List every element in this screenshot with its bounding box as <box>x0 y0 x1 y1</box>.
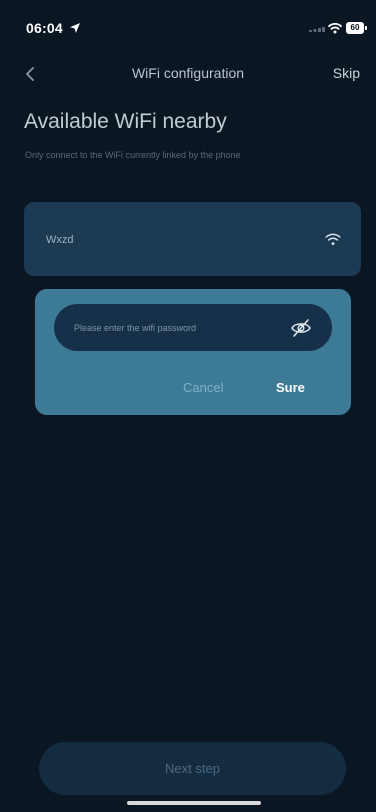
password-input[interactable] <box>74 304 274 351</box>
nav-bar: WiFi configuration Skip <box>0 56 376 92</box>
nav-title: WiFi configuration <box>131 65 245 81</box>
battery-level: 60 <box>346 22 364 34</box>
page-subtitle: Only connect to the WiFi currently linke… <box>25 150 241 160</box>
next-step-button[interactable]: Next step <box>39 742 346 795</box>
page-title: Available WiFi nearby <box>24 110 227 133</box>
wifi-icon <box>328 23 342 34</box>
cancel-button[interactable]: Cancel <box>183 380 223 395</box>
password-dialog: Cancel Sure <box>35 289 351 415</box>
location-arrow-icon <box>70 23 80 33</box>
password-field <box>54 304 332 351</box>
status-time: 06:04 <box>26 20 63 36</box>
wifi-network-item[interactable]: Wxzd <box>24 202 361 276</box>
battery-icon: 60 <box>346 22 368 34</box>
cellular-signal-icon <box>309 27 325 32</box>
sure-button[interactable]: Sure <box>276 380 305 395</box>
home-indicator <box>127 801 261 805</box>
eye-slash-icon[interactable] <box>290 318 312 338</box>
wifi-signal-icon <box>325 233 341 245</box>
status-bar: 06:04 60 <box>0 0 376 44</box>
wifi-network-name: Wxzd <box>46 234 74 246</box>
skip-button[interactable]: Skip <box>333 65 360 81</box>
